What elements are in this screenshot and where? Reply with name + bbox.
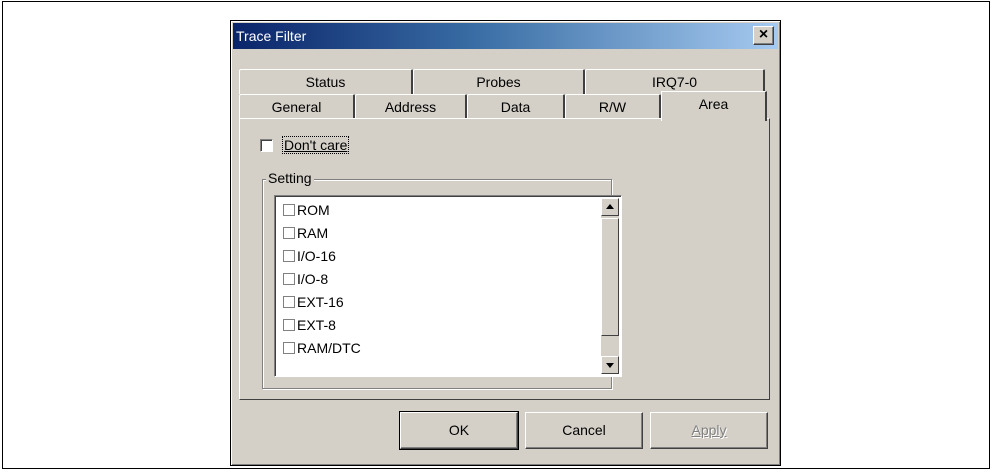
tab-data[interactable]: Data <box>467 94 565 119</box>
tab-probes[interactable]: Probes <box>413 69 585 94</box>
item-checkbox[interactable] <box>283 204 295 216</box>
item-label: RAM/DTC <box>297 340 361 356</box>
item-label: EXT-16 <box>297 294 344 310</box>
trace-filter-dialog: Trace Filter × Status Probes IRQ7-0 Gene… <box>230 20 781 466</box>
setting-group-label: Setting <box>266 170 314 186</box>
tab-label: Address <box>384 99 437 115</box>
tab-label: Probes <box>476 74 521 90</box>
tab-address[interactable]: Address <box>355 94 467 119</box>
tab-label: Status <box>305 74 346 90</box>
item-label: EXT-8 <box>297 317 336 333</box>
area-tab-panel: Don't care Setting ROM RAM I/O-16 I/O-8 <box>239 118 770 400</box>
tab-rw[interactable]: R/W <box>565 94 661 119</box>
tab-label: Area <box>698 96 729 112</box>
title-bar[interactable]: Trace Filter × <box>233 23 778 49</box>
tab-status[interactable]: Status <box>239 69 413 94</box>
tab-general[interactable]: General <box>239 94 355 119</box>
tab-label: General <box>271 99 322 115</box>
apply-label: Apply <box>691 422 727 438</box>
ok-button[interactable]: OK <box>399 411 519 450</box>
arrow-up-icon <box>606 204 614 209</box>
tab-label: IRQ7-0 <box>651 74 698 90</box>
cancel-label: Cancel <box>562 422 606 438</box>
ok-label: OK <box>448 422 470 438</box>
area-checklist[interactable]: ROM RAM I/O-16 I/O-8 EXT-16 EXT-8 RAM/DT… <box>274 195 622 377</box>
dont-care-checkbox[interactable] <box>260 139 273 152</box>
item-checkbox[interactable] <box>283 227 295 239</box>
arrow-down-icon <box>606 363 614 368</box>
tab-label: R/W <box>598 99 627 115</box>
item-label: ROM <box>297 202 330 218</box>
tab-label: Data <box>500 99 531 115</box>
item-label: RAM <box>297 225 329 241</box>
item-label: I/O-8 <box>297 271 329 287</box>
item-checkbox[interactable] <box>283 319 295 331</box>
item-checkbox[interactable] <box>283 273 295 285</box>
item-checkbox[interactable] <box>283 250 295 262</box>
tab-area[interactable]: Area <box>661 91 767 121</box>
apply-button[interactable]: Apply <box>650 412 768 449</box>
scroll-down-button[interactable] <box>601 356 619 374</box>
item-checkbox[interactable] <box>283 342 295 354</box>
vertical-scrollbar[interactable] <box>601 198 619 374</box>
scroll-thumb[interactable] <box>601 218 619 336</box>
dont-care-label[interactable]: Don't care <box>282 136 350 154</box>
item-label: I/O-16 <box>297 248 336 264</box>
scroll-up-button[interactable] <box>601 198 619 216</box>
dialog-title: Trace Filter <box>236 28 307 44</box>
item-checkbox[interactable] <box>283 296 295 308</box>
close-button[interactable]: × <box>753 26 774 45</box>
cancel-button[interactable]: Cancel <box>525 412 643 449</box>
close-icon: × <box>758 26 769 43</box>
